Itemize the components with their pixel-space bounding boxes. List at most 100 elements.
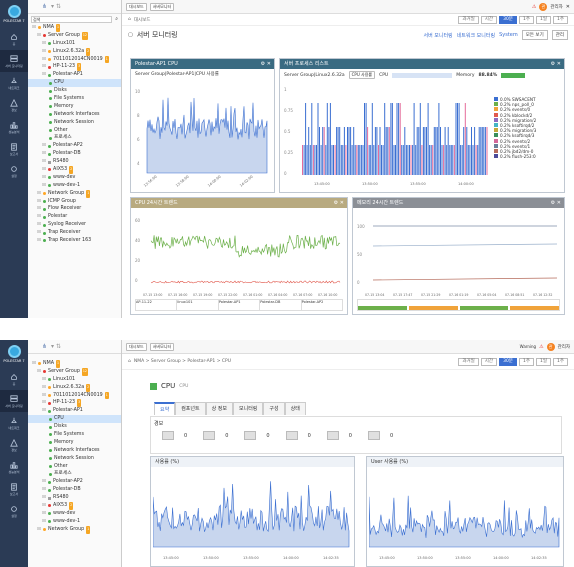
tree-item[interactable]: Other xyxy=(28,127,121,135)
expand-icon[interactable]: ⊟ xyxy=(32,360,36,368)
nav-home[interactable]: 홈 xyxy=(0,28,28,50)
tree-item[interactable]: ⊟ www-dev-1 xyxy=(28,182,121,190)
nav-home[interactable]: 홈 xyxy=(0,368,28,390)
tree-item[interactable]: ⊟ HP-11-23 3 xyxy=(28,63,121,72)
tree-item[interactable]: ⊟ Linux2.6.32a 2 xyxy=(28,47,121,56)
filter-icon[interactable]: ▾ ⇅ xyxy=(51,343,61,350)
detail-tab[interactable]: 모니터링 xyxy=(233,402,264,415)
legend-item[interactable]: 0.2% flush-253:0 xyxy=(494,154,536,159)
tree-item[interactable]: Other xyxy=(28,463,121,471)
tree-item[interactable]: ⊟ Polestar-DB xyxy=(28,150,121,158)
tree-item[interactable]: 프로세스 xyxy=(28,470,121,478)
tree-item[interactable]: CPU xyxy=(28,79,121,88)
expand-icon[interactable]: ⊟ xyxy=(37,237,41,245)
tree-item[interactable]: ⊟ Trap Receiver 163 xyxy=(28,237,121,245)
nav-report[interactable]: 보고서 xyxy=(0,138,28,160)
tree-item[interactable]: ⊟ Server Group 12 xyxy=(28,31,121,40)
tree-item[interactable]: ⊟ Polestar-AP2 xyxy=(28,478,121,486)
home-icon[interactable]: ⌂ xyxy=(128,359,131,364)
time-range-button[interactable]: 1주 xyxy=(552,357,568,366)
expand-icon[interactable]: ⊟ xyxy=(37,221,41,229)
tree-item[interactable]: ⊟ Linux2.6.32a 2 xyxy=(28,383,121,392)
tree-item[interactable]: ⊟ 7011012014CN0019 1 xyxy=(28,55,121,64)
tree-item[interactable]: ⊟ www-dev xyxy=(28,174,121,182)
top-tab-dashboard[interactable]: 대시보드 xyxy=(126,2,147,11)
detail-tab[interactable]: 상 정보 xyxy=(205,402,233,415)
view-all-button[interactable]: 모든 보기 xyxy=(521,30,548,40)
warning-icon[interactable]: ⚠ xyxy=(532,4,536,10)
avatar[interactable]: 관 xyxy=(539,2,548,11)
hierarchy-icon[interactable]: ⋔ xyxy=(42,343,47,350)
tree-item[interactable]: Memory xyxy=(28,103,121,111)
expand-icon[interactable]: ⊟ xyxy=(37,368,41,376)
search-icon[interactable]: ⌕ xyxy=(115,16,118,22)
expand-icon[interactable]: ⊟ xyxy=(42,158,46,166)
expand-icon[interactable]: ⊟ xyxy=(42,63,46,71)
tree-item[interactable]: ⊟ Linux101 xyxy=(28,40,121,48)
expand-icon[interactable]: ⊟ xyxy=(42,399,46,407)
top-tab-server[interactable]: 서버모니터 xyxy=(149,342,175,351)
avatar[interactable]: 관 xyxy=(546,342,555,351)
expand-icon[interactable]: ⊟ xyxy=(37,229,41,237)
tree-item[interactable]: 프로세스 xyxy=(28,134,121,142)
tree-item[interactable]: ⊟ Syslog Receiver xyxy=(28,221,121,229)
link-network-monitor[interactable]: 네트워크 모니터링 xyxy=(457,32,495,39)
detail-tab[interactable]: 상태 xyxy=(284,402,306,415)
link-system[interactable]: System xyxy=(499,32,518,38)
nav-server[interactable]: 서버 모니터링 xyxy=(0,390,28,412)
detail-tab[interactable]: 요약 xyxy=(154,402,176,415)
nav-report[interactable]: 보고서 xyxy=(0,478,28,500)
expand-icon[interactable]: ⊟ xyxy=(42,150,46,158)
expand-icon[interactable]: ⊟ xyxy=(42,71,46,79)
time-range-button[interactable]: 1주 xyxy=(552,15,568,24)
tree-item[interactable]: Memory xyxy=(28,439,121,447)
tree-item[interactable]: File Systems xyxy=(28,431,121,439)
tree-item[interactable]: ⊟ Polestar xyxy=(28,213,121,221)
tree-item[interactable]: Network Interfaces xyxy=(28,447,121,455)
tree-item[interactable]: ⊟ Polestar-DB xyxy=(28,486,121,494)
time-range-button[interactable]: 30분 xyxy=(499,15,517,24)
nav-network[interactable]: 네트워크 xyxy=(0,412,28,434)
top-tab-dashboard[interactable]: 대시보드 xyxy=(126,342,147,351)
expand-icon[interactable]: ⊟ xyxy=(42,486,46,494)
tree-item[interactable]: ⊟ AIX53 2 xyxy=(28,166,121,174)
tree-item[interactable]: ⊟ Polestar-AP1 xyxy=(28,407,121,415)
time-range-button[interactable]: 시간 xyxy=(480,15,498,24)
expand-icon[interactable]: ⊟ xyxy=(42,166,46,174)
widget-header[interactable]: 메모리 24시간 트렌드 ⚙ ✕ xyxy=(353,198,564,208)
expand-icon[interactable]: ⊟ xyxy=(42,56,46,64)
tree-item[interactable]: ⊟ www-dev-1 xyxy=(28,518,121,526)
manage-button[interactable]: 관리 xyxy=(551,30,568,40)
filter-icon[interactable]: ▾ ⇅ xyxy=(51,3,61,10)
expand-icon[interactable]: ⊟ xyxy=(37,205,41,213)
expand-icon[interactable]: ⊟ xyxy=(42,478,46,486)
expand-icon[interactable]: ⊟ xyxy=(42,510,46,518)
warning-icon[interactable]: ⚠ xyxy=(539,344,543,350)
tree-item[interactable]: CPU xyxy=(28,415,121,424)
hierarchy-icon[interactable]: ⋔ xyxy=(42,3,47,10)
tree-item[interactable]: ⊟ ICMP Group xyxy=(28,198,121,206)
expand-icon[interactable]: ⊟ xyxy=(42,48,46,56)
time-range-button[interactable]: 1일 xyxy=(535,357,551,366)
tree-item[interactable]: ⊟ Linux101 xyxy=(28,376,121,384)
expand-icon[interactable]: ⊟ xyxy=(37,526,41,534)
expand-icon[interactable]: ⊟ xyxy=(42,384,46,392)
tree-item[interactable]: Network Session xyxy=(28,455,121,463)
cpu-sort-button[interactable]: CPU 사용률 xyxy=(348,71,376,79)
expand-icon[interactable]: ⊟ xyxy=(42,40,46,48)
top-tab-server[interactable]: 서버모니터 xyxy=(149,2,175,11)
nav-alert[interactable]: 경보 xyxy=(0,434,28,456)
expand-icon[interactable]: ⊟ xyxy=(42,407,46,415)
nav-network[interactable]: 네트워크 xyxy=(0,72,28,94)
tree-item[interactable]: Disks xyxy=(28,87,121,95)
expand-icon[interactable]: ⊟ xyxy=(37,213,41,221)
tree-item[interactable]: Disks xyxy=(28,423,121,431)
widget-header[interactable]: 서버 프로세스 리스트 ⚙ ✕ xyxy=(280,59,564,69)
user-name[interactable]: 관리자 xyxy=(550,4,562,10)
tree-item[interactable]: ⊟ Trap Receiver xyxy=(28,229,121,237)
expand-icon[interactable]: ⊟ xyxy=(42,518,46,526)
expand-icon[interactable]: ⊟ xyxy=(32,24,36,32)
tree-item[interactable]: ⊟ Server Group 12 xyxy=(28,367,121,376)
time-range-button[interactable]: 시간 xyxy=(480,357,498,366)
detail-tab[interactable]: 컴포넌트 xyxy=(175,402,206,415)
